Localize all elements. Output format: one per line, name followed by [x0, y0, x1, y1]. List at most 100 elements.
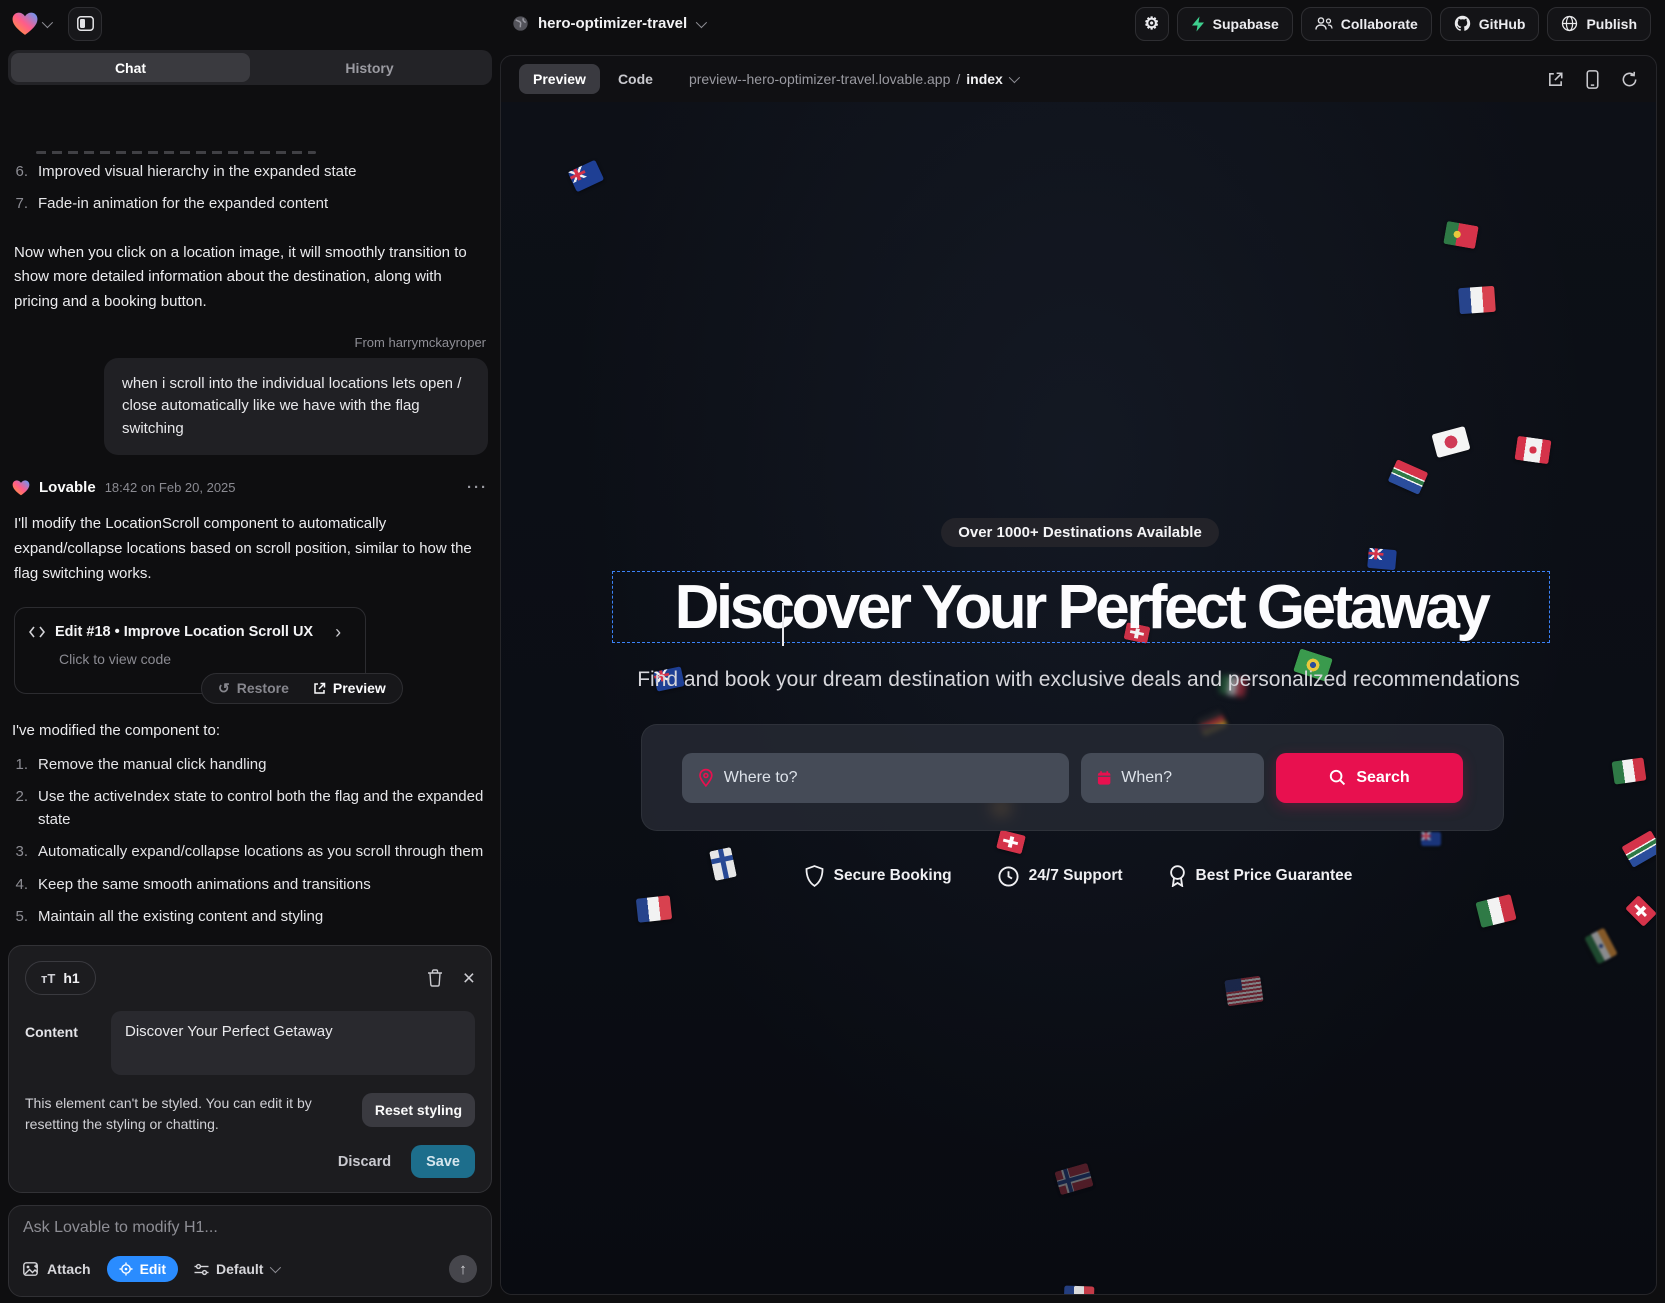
project-chevron-icon: [696, 16, 707, 27]
attach-button[interactable]: Attach: [23, 1261, 91, 1277]
element-tag-pill[interactable]: тT h1: [25, 961, 96, 995]
preview-panel: Preview Code preview--hero-optimizer-tra…: [500, 55, 1657, 1295]
when-input[interactable]: [1121, 769, 1248, 787]
flag-fr-icon: [1064, 1285, 1095, 1294]
list-item: 4.Keep the same smooth animations and tr…: [12, 873, 488, 896]
chat-messages[interactable]: 6.Improved visual hierarchy in the expan…: [8, 85, 492, 937]
feature-label: Secure Booking: [834, 867, 952, 885]
flag-mx-icon: [1612, 757, 1647, 784]
refresh-icon[interactable]: [1621, 71, 1638, 88]
flag-au-icon: [568, 160, 604, 193]
typography-icon: тT: [41, 971, 55, 986]
discard-button[interactable]: Discard: [338, 1154, 391, 1170]
trash-icon[interactable]: [427, 969, 443, 987]
url-chevron-icon: [1009, 72, 1020, 83]
open-in-new-tab-icon[interactable]: [1547, 71, 1564, 88]
assistant-name: Lovable: [39, 479, 96, 496]
supabase-button[interactable]: Supabase: [1177, 7, 1293, 41]
url-domain: preview--hero-optimizer-travel.lovable.a…: [689, 71, 950, 87]
hero-subtitle: Find and book your dream destination wit…: [501, 668, 1656, 692]
top-bar: hero-optimizer-travel ⚙ Supabase Collabo…: [0, 0, 1665, 47]
union-jack-canton: [1368, 548, 1383, 560]
tab-chat[interactable]: Chat: [11, 53, 250, 82]
github-button[interactable]: GitHub: [1440, 7, 1540, 41]
h1-selection-outline[interactable]: Discover Your Perfect Getaway: [612, 571, 1550, 643]
assistant-message-header: Lovable 18:42 on Feb 20, 2025 ···: [12, 479, 488, 496]
calendar-icon: [1097, 769, 1111, 787]
edit-card-subtitle: Click to view code: [59, 651, 351, 667]
text-caret: [782, 603, 784, 646]
assistant-paragraph-2: I'll modify the LocationScroll component…: [14, 512, 486, 586]
user-message: when i scroll into the individual locati…: [104, 358, 488, 456]
element-editor-panel: тT h1 × Content Discover Your Perfect Ge…: [8, 945, 492, 1193]
sliders-icon: [194, 1263, 209, 1276]
assistant-list-top: 6.Improved visual hierarchy in the expan…: [12, 160, 488, 225]
hero-title[interactable]: Discover Your Perfect Getaway: [675, 572, 1488, 643]
flag-mx-icon: [1475, 894, 1516, 928]
chevron-right-icon: ›: [335, 622, 341, 643]
preview-url[interactable]: preview--hero-optimizer-travel.lovable.a…: [689, 71, 1017, 87]
publish-label: Publish: [1586, 16, 1637, 32]
location-pin-icon: [698, 768, 714, 788]
github-label: GitHub: [1479, 16, 1526, 32]
chat-panel: Chat History 6.Improved visual hierarchy…: [0, 47, 500, 1303]
default-chevron-icon: [270, 1262, 281, 1273]
restore-label: Restore: [237, 680, 289, 696]
tab-code[interactable]: Code: [604, 64, 667, 94]
project-selector[interactable]: hero-optimizer-travel: [512, 0, 704, 47]
chat-input[interactable]: [23, 1219, 477, 1237]
flag-us-icon: [1224, 976, 1263, 1007]
modified-intro: I've modified the component to:: [12, 722, 488, 739]
list-item: 6.Improved visual hierarchy in the expan…: [12, 160, 488, 183]
search-icon: [1329, 769, 1346, 786]
save-button[interactable]: Save: [411, 1145, 475, 1178]
edit-mode-button[interactable]: Edit: [107, 1256, 178, 1282]
tab-preview[interactable]: Preview: [519, 64, 600, 94]
default-label: Default: [216, 1261, 263, 1277]
flag-za-icon: [1388, 459, 1429, 495]
flag-jp-icon: [1431, 426, 1470, 458]
content-label: Content: [25, 1011, 89, 1075]
send-button[interactable]: ↑: [449, 1255, 477, 1283]
settings-button[interactable]: ⚙: [1135, 7, 1169, 41]
logo-chevron-icon[interactable]: [42, 16, 53, 27]
mobile-device-icon[interactable]: [1586, 70, 1599, 89]
when-field[interactable]: [1081, 753, 1264, 803]
flag-in-icon: [1584, 928, 1618, 965]
tab-history[interactable]: History: [250, 53, 489, 82]
reset-styling-button[interactable]: Reset styling: [362, 1093, 475, 1127]
default-mode-button[interactable]: Default: [194, 1261, 278, 1277]
restore-button[interactable]: ↺ Restore: [206, 680, 301, 697]
where-to-input[interactable]: [724, 769, 1053, 787]
lovable-logo-icon[interactable]: [12, 12, 38, 36]
message-timestamp: 18:42 on Feb 20, 2025: [105, 480, 236, 495]
image-icon: [23, 1262, 40, 1277]
message-menu-icon[interactable]: ···: [467, 479, 488, 496]
arrow-up-icon: ↑: [459, 1261, 467, 1278]
where-to-field[interactable]: [682, 753, 1069, 803]
preview-viewport: Over 1000+ Destinations Available Discov…: [501, 102, 1656, 1294]
content-input[interactable]: Discover Your Perfect Getaway: [111, 1011, 475, 1075]
sidebar-toggle-button[interactable]: [68, 7, 102, 41]
url-separator: /: [956, 71, 960, 87]
collaborate-label: Collaborate: [1341, 16, 1418, 32]
search-button[interactable]: Search: [1276, 753, 1463, 803]
flag-ca-icon: [1514, 436, 1551, 464]
list-item: 1.Remove the manual click handling: [12, 753, 488, 776]
flag-no-icon: [1054, 1163, 1093, 1195]
restore-preview-pill: ↺ Restore Preview: [201, 673, 403, 704]
preview-toolbar: Preview Code preview--hero-optimizer-tra…: [501, 56, 1656, 102]
destinations-badge: Over 1000+ Destinations Available: [941, 518, 1219, 547]
panel-icon: [77, 16, 94, 31]
publish-button[interactable]: Publish: [1547, 7, 1651, 41]
collaborate-button[interactable]: Collaborate: [1301, 7, 1432, 41]
assistant-list-bottom: 1.Remove the manual click handling2.Use …: [12, 753, 488, 938]
flag-nz-icon: [1421, 832, 1441, 846]
shield-icon: [805, 865, 824, 887]
flag-pt-icon: [1443, 221, 1479, 249]
close-icon[interactable]: ×: [463, 968, 475, 989]
styling-note: This element can't be styled. You can ed…: [25, 1093, 325, 1135]
attach-label: Attach: [47, 1261, 91, 1277]
flag-za-icon: [1621, 830, 1656, 868]
preview-button[interactable]: Preview: [301, 680, 398, 696]
